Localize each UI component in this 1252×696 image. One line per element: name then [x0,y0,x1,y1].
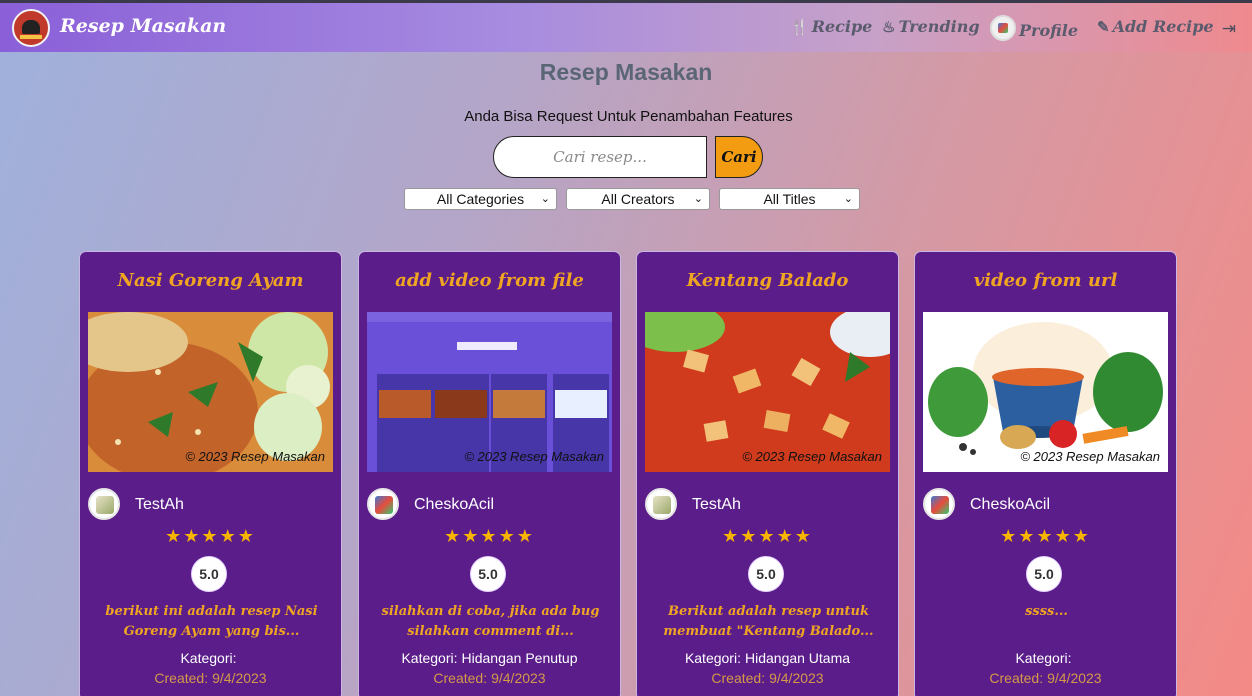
category-value: Hidangan Penutup [461,650,578,666]
chevron-down-icon: ⌄ [540,193,550,205]
recipe-title[interactable]: Kentang Balado [637,270,898,291]
category-filter-value: All Categories [436,191,525,207]
avatar [88,488,120,520]
created-date: 9/4/2023 [212,670,267,686]
recipe-description: Berikut adalah resep untuk membuat "Kent… [663,604,874,639]
category-label: Kategori: [1015,650,1072,666]
title-filter[interactable]: All Titles ⌄ [719,188,860,210]
recipe-category: Kategori: [915,650,1176,666]
search-button[interactable]: Cari [715,136,763,178]
creator-filter-value: All Creators [601,191,675,207]
rating-badge: 5.0 [1026,556,1062,592]
created-label: Created: [711,670,766,686]
search-input[interactable] [493,136,707,178]
author-name[interactable]: TestAh [692,496,741,514]
recipe-created: Created: 9/4/2023 [637,670,898,686]
author-name[interactable]: TestAh [135,496,184,514]
pencil-icon: ✎ [1097,17,1110,36]
recipe-image[interactable]: © 2023 Resep Masakan [645,312,890,472]
recipe-title[interactable]: Nasi Goreng Ayam [80,270,341,291]
recipe-image[interactable]: © 2023 Resep Masakan [923,312,1168,472]
star-rating: ★★★★★ [722,526,813,547]
sign-out-icon[interactable]: ⇥ [1222,19,1236,39]
avatar [990,15,1016,41]
recipe-title[interactable]: video from url [915,270,1176,291]
navbar: Resep Masakan 🍴 Recipe ♨ Trending Profil… [0,3,1252,52]
recipe-description: silahkan di coba, jika ada bug silahkan … [381,604,600,639]
page-subtitle: Anda Bisa Request Untuk Penambahan Featu… [464,108,793,125]
category-label: Kategori: [180,650,237,666]
category-filter[interactable]: All Categories ⌄ [404,188,557,210]
chevron-down-icon: ⌄ [693,193,703,205]
rating-badge: 5.0 [470,556,506,592]
nav-add-recipe-label: Add Recipe [1112,17,1214,36]
utensils-icon: 🍴 [790,17,809,36]
copyright-text: © 2023 Resep Masakan [742,449,882,464]
recipe-category: Kategori: Hidangan Penutup [359,650,620,666]
title-filter-value: All Titles [763,191,816,207]
avatar [645,488,677,520]
recipe-category: Kategori: Hidangan Utama [637,650,898,666]
created-label: Created: [433,670,488,686]
recipe-description: ssss... [1025,604,1068,619]
nav-profile[interactable]: Profile [990,15,1079,43]
created-label: Created: [989,670,1044,686]
recipe-card[interactable]: add video from file © 2023 Resep Masakan… [358,251,621,696]
recipe-created: Created: 9/4/2023 [80,670,341,686]
recipe-category: Kategori: [80,650,341,666]
nav-profile-label: Profile [1019,20,1079,40]
creator-filter[interactable]: All Creators ⌄ [566,188,710,210]
created-date: 9/4/2023 [491,670,546,686]
recipe-created: Created: 9/4/2023 [915,670,1176,686]
recipe-image[interactable]: © 2023 Resep Masakan [367,312,612,472]
nav-recipe[interactable]: 🍴 Recipe [790,17,872,36]
created-date: 9/4/2023 [769,670,824,686]
created-date: 9/4/2023 [1047,670,1102,686]
nav-add-recipe[interactable]: ✎ Add Recipe [1097,17,1214,36]
chevron-down-icon: ⌄ [843,193,853,205]
recipe-card[interactable]: video from url © 2023 Resep Masakan Ches… [914,251,1177,696]
avatar [367,488,399,520]
author-name[interactable]: CheskoAcil [970,496,1050,514]
recipe-created: Created: 9/4/2023 [359,670,620,686]
star-rating: ★★★★★ [444,526,535,547]
category-label: Kategori: [401,650,458,666]
star-rating: ★★★★★ [165,526,256,547]
copyright-text: © 2023 Resep Masakan [185,449,325,464]
brand-name[interactable]: Resep Masakan [60,15,226,37]
recipe-description: berikut ini adalah resep Nasi Goreng Aya… [105,604,318,639]
recipe-image[interactable]: © 2023 Resep Masakan [88,312,333,472]
recipe-card[interactable]: Nasi Goreng Ayam © 2023 Resep Masakan Te… [79,251,342,696]
nav-recipe-label: Recipe [811,17,873,36]
category-label: Kategori: [684,650,741,666]
nav-trending[interactable]: ♨ Trending [882,17,980,36]
rating-badge: 5.0 [191,556,227,592]
page-title: Resep Masakan [539,59,713,85]
avatar [923,488,955,520]
chef-hat-icon[interactable] [12,9,50,47]
fire-icon: ♨ [882,17,896,36]
recipe-title[interactable]: add video from file [359,270,620,291]
nav-trending-label: Trending [898,17,980,36]
category-value: Hidangan Utama [744,650,851,666]
author-name[interactable]: CheskoAcil [414,496,494,514]
copyright-text: © 2023 Resep Masakan [464,449,604,464]
recipe-card[interactable]: Kentang Balado © 2023 Resep Masakan Test… [636,251,899,696]
copyright-text: © 2023 Resep Masakan [1020,449,1160,464]
created-label: Created: [154,670,209,686]
star-rating: ★★★★★ [1000,526,1091,547]
rating-badge: 5.0 [748,556,784,592]
